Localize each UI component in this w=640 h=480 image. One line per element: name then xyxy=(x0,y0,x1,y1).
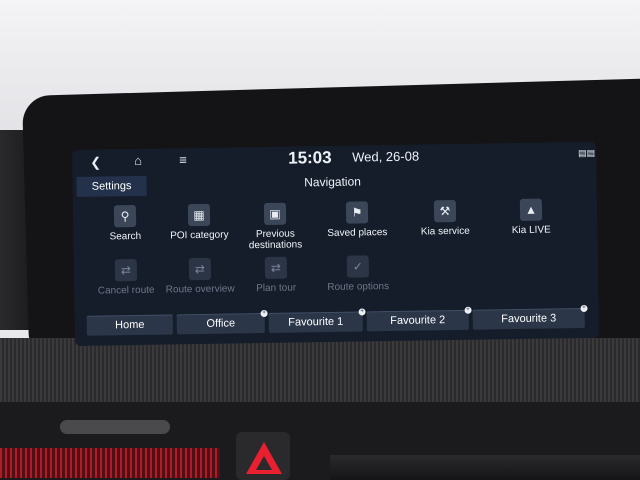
menu-item-saved-places[interactable]: ⚑ Saved places xyxy=(311,201,404,239)
page-title: Navigation xyxy=(304,174,361,190)
previous-destinations-icon: ▣ xyxy=(263,202,287,225)
favourite-3-button[interactable]: Favourite 3 + xyxy=(472,304,588,330)
menu-item-route-options[interactable]: ✓ Route options xyxy=(312,255,405,293)
menu-item-kia-live[interactable]: ▲ Kia LIVE xyxy=(485,198,578,236)
cancel-route-icon: ⇄ xyxy=(114,258,138,282)
label-line-1: Previous xyxy=(255,228,295,241)
hazard-triangle-inner xyxy=(256,456,272,470)
saved-places-icon: ⚑ xyxy=(345,201,369,224)
menu-item-label: Route options xyxy=(327,281,390,294)
add-icon: + xyxy=(358,308,366,316)
home-button[interactable]: Home xyxy=(86,314,173,336)
favourite-1-label: Favourite 1 xyxy=(288,315,344,329)
add-icon: + xyxy=(580,304,588,313)
vent-knob-left xyxy=(60,420,170,434)
add-icon: + xyxy=(464,306,472,314)
label-line-2: destinations xyxy=(248,239,303,252)
poi-category-icon: ▦ xyxy=(187,203,211,227)
menu-item-label: Plan tour xyxy=(256,282,297,295)
back-arrow-icon[interactable]: ❮ xyxy=(90,155,101,171)
office-button-label: Office xyxy=(206,317,236,330)
home-icon[interactable]: ⌂ xyxy=(134,153,142,168)
menu-item-label: Saved places xyxy=(327,227,388,239)
route-overview-icon: ⇄ xyxy=(188,257,212,281)
favourite-1-button[interactable]: Favourite 1 + xyxy=(268,308,366,333)
menu-item-label: Previous destinations xyxy=(229,228,321,252)
home-button-label: Home xyxy=(114,318,145,332)
office-button[interactable]: Office + xyxy=(176,309,268,335)
signal-icon: ▤▤ xyxy=(578,147,596,159)
clock-time: 15:03 xyxy=(288,147,332,168)
infotainment-screen: ❮ ⌂ ≡ 15:03 Wed, 26-08 ▤▤ Settings Navig… xyxy=(72,141,600,346)
kia-service-icon: ⚒ xyxy=(433,199,457,223)
favourite-2-label: Favourite 2 xyxy=(390,314,446,328)
menu-icon[interactable]: ≡ xyxy=(179,152,187,167)
search-icon: ⚲ xyxy=(113,205,137,228)
add-icon: + xyxy=(260,309,268,318)
menu-item-label: Kia LIVE xyxy=(511,224,551,237)
menu-item-label: Kia service xyxy=(420,225,470,238)
plan-tour-icon: ⇄ xyxy=(264,256,288,279)
menu-item-kia-service[interactable]: ⚒ Kia service xyxy=(399,199,492,238)
menu-item-previous-destinations[interactable]: ▣ Previous destinations xyxy=(229,202,322,251)
route-options-icon: ✓ xyxy=(346,255,370,278)
kia-live-icon: ▲ xyxy=(519,198,543,221)
air-vent-right xyxy=(330,455,640,480)
favourite-3-label: Favourite 3 xyxy=(501,312,557,326)
menu-item-plan-tour[interactable]: ⇄ Plan tour xyxy=(230,256,323,294)
air-vent-left xyxy=(0,448,220,478)
favourite-2-button[interactable]: Favourite 2 + xyxy=(366,306,472,332)
settings-button[interactable]: Settings xyxy=(76,175,147,197)
clock-date: Wed, 26-08 xyxy=(352,148,420,165)
